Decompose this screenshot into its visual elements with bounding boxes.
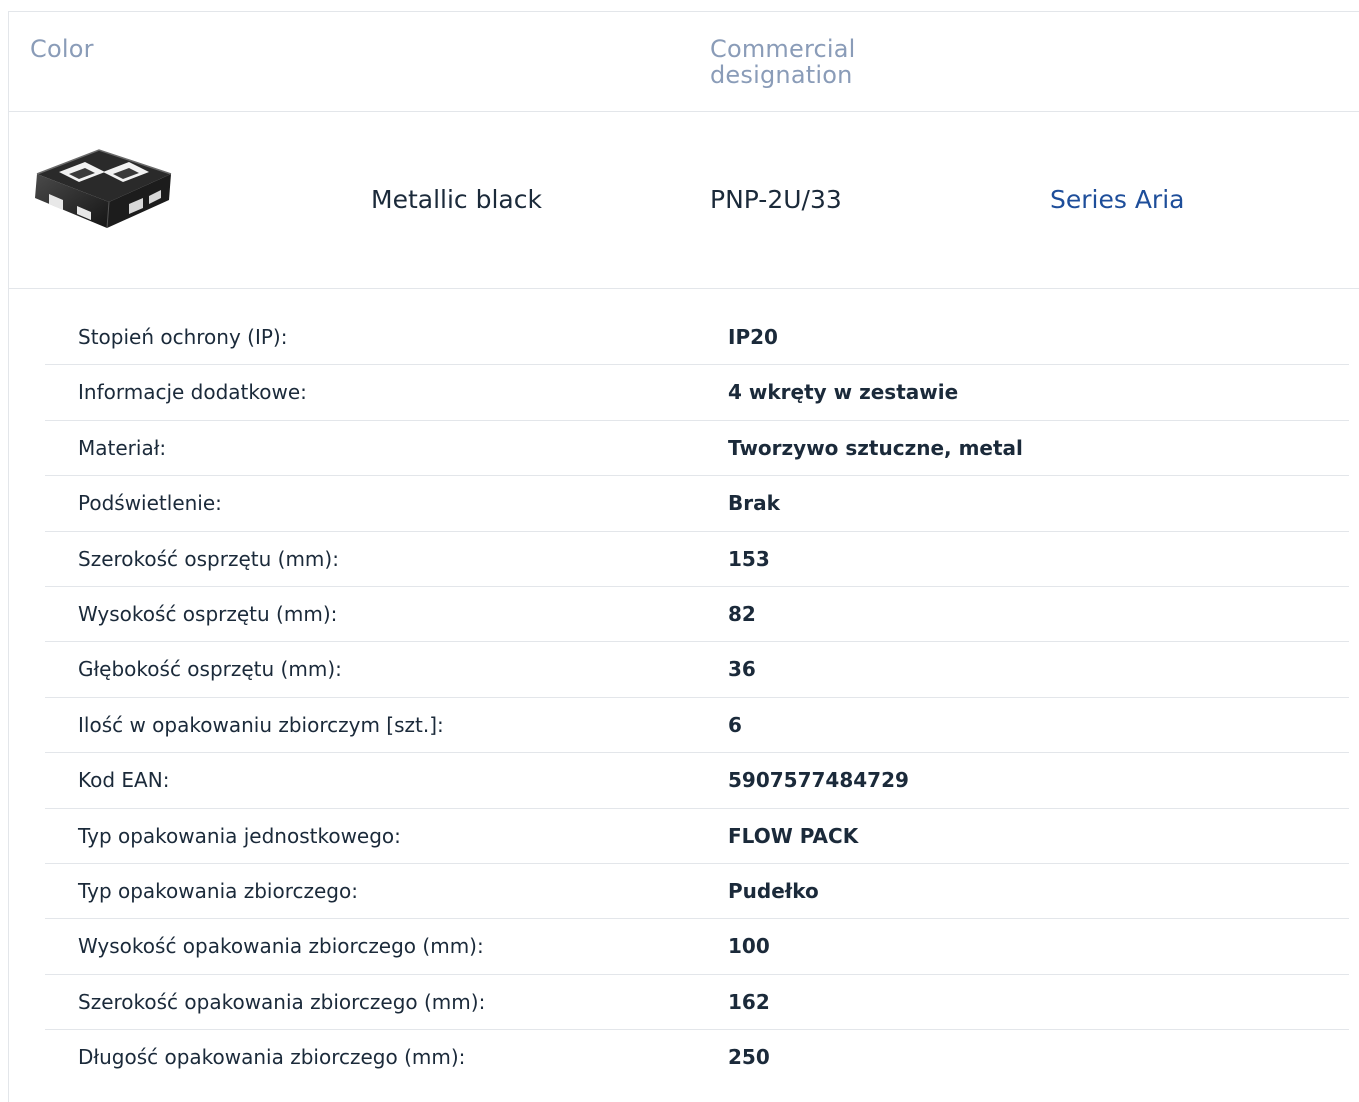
spec-value: 6 [728, 712, 742, 737]
spec-row: Typ opakowania jednostkowego: FLOW PACK [45, 809, 1349, 864]
spec-table: Stopień ochrony (IP): IP20 Informacje do… [45, 310, 1349, 1085]
column-header-designation: Commercial designation [710, 35, 856, 89]
spec-value: Pudełko [728, 878, 819, 903]
spec-value: 250 [728, 1045, 770, 1070]
spec-value: FLOW PACK [728, 823, 859, 848]
spec-row: Ilość w opakowaniu zbiorczym [szt.]: 6 [45, 698, 1349, 754]
spec-label: Ilość w opakowaniu zbiorczym [szt.]: [78, 712, 444, 737]
spec-label: Typ opakowania zbiorczego: [78, 878, 358, 903]
product-row: Metallic black PNP-2U/33 Series Aria [9, 112, 1359, 289]
spec-value: 100 [728, 934, 770, 959]
spec-label: Wysokość opakowania zbiorczego (mm): [78, 934, 484, 959]
spec-row: Wysokość opakowania zbiorczego (mm): 100 [45, 919, 1349, 975]
spec-row: Kod EAN: 5907577484729 [45, 753, 1349, 809]
spec-label: Podświetlenie: [78, 491, 222, 516]
spec-label: Szerokość osprzętu (mm): [78, 546, 339, 571]
spec-value: 36 [728, 657, 756, 682]
series-link[interactable]: Series Aria [1050, 185, 1184, 214]
mounting-frame-icon [35, 149, 172, 229]
spec-value: 4 wkręty w zestawie [728, 380, 959, 405]
spec-value: IP20 [728, 325, 778, 349]
spec-row: Długość opakowania zbiorczego (mm): 250 [45, 1030, 1349, 1085]
spec-value: 5907577484729 [728, 768, 909, 793]
spec-row: Wysokość osprzętu (mm): 82 [45, 587, 1349, 643]
column-header-color: Color [30, 35, 94, 63]
spec-label: Kod EAN: [78, 768, 170, 793]
table-header: Color Commercial designation [9, 12, 1359, 112]
spec-row: Typ opakowania zbiorczego: Pudełko [45, 864, 1349, 920]
spec-label: Wysokość osprzętu (mm): [78, 601, 338, 626]
spec-value: 162 [728, 989, 770, 1014]
spec-value: Tworzywo sztuczne, metal [728, 435, 1023, 460]
product-image [29, 136, 179, 236]
spec-label: Stopień ochrony (IP): [78, 325, 288, 349]
spec-row: Stopień ochrony (IP): IP20 [45, 310, 1349, 366]
spec-row: Materiał: Tworzywo sztuczne, metal [45, 421, 1349, 477]
spec-value: Brak [728, 491, 780, 516]
spec-label: Typ opakowania jednostkowego: [78, 823, 401, 848]
spec-row: Szerokość opakowania zbiorczego (mm): 16… [45, 975, 1349, 1031]
product-color-value: Metallic black [371, 185, 542, 214]
spec-row: Podświetlenie: Brak [45, 476, 1349, 532]
spec-row: Głębokość osprzętu (mm): 36 [45, 642, 1349, 698]
spec-row: Szerokość osprzętu (mm): 153 [45, 532, 1349, 587]
spec-label: Materiał: [78, 435, 167, 460]
spec-value: 153 [728, 546, 770, 571]
spec-label: Szerokość opakowania zbiorczego (mm): [78, 989, 486, 1014]
spec-row: Informacje dodatkowe: 4 wkręty w zestawi… [45, 365, 1349, 421]
spec-label: Głębokość osprzętu (mm): [78, 657, 342, 682]
product-code-value: PNP-2U/33 [710, 185, 842, 214]
spec-label: Długość opakowania zbiorczego (mm): [78, 1045, 466, 1070]
spec-value: 82 [728, 601, 756, 626]
spec-label: Informacje dodatkowe: [78, 380, 307, 405]
